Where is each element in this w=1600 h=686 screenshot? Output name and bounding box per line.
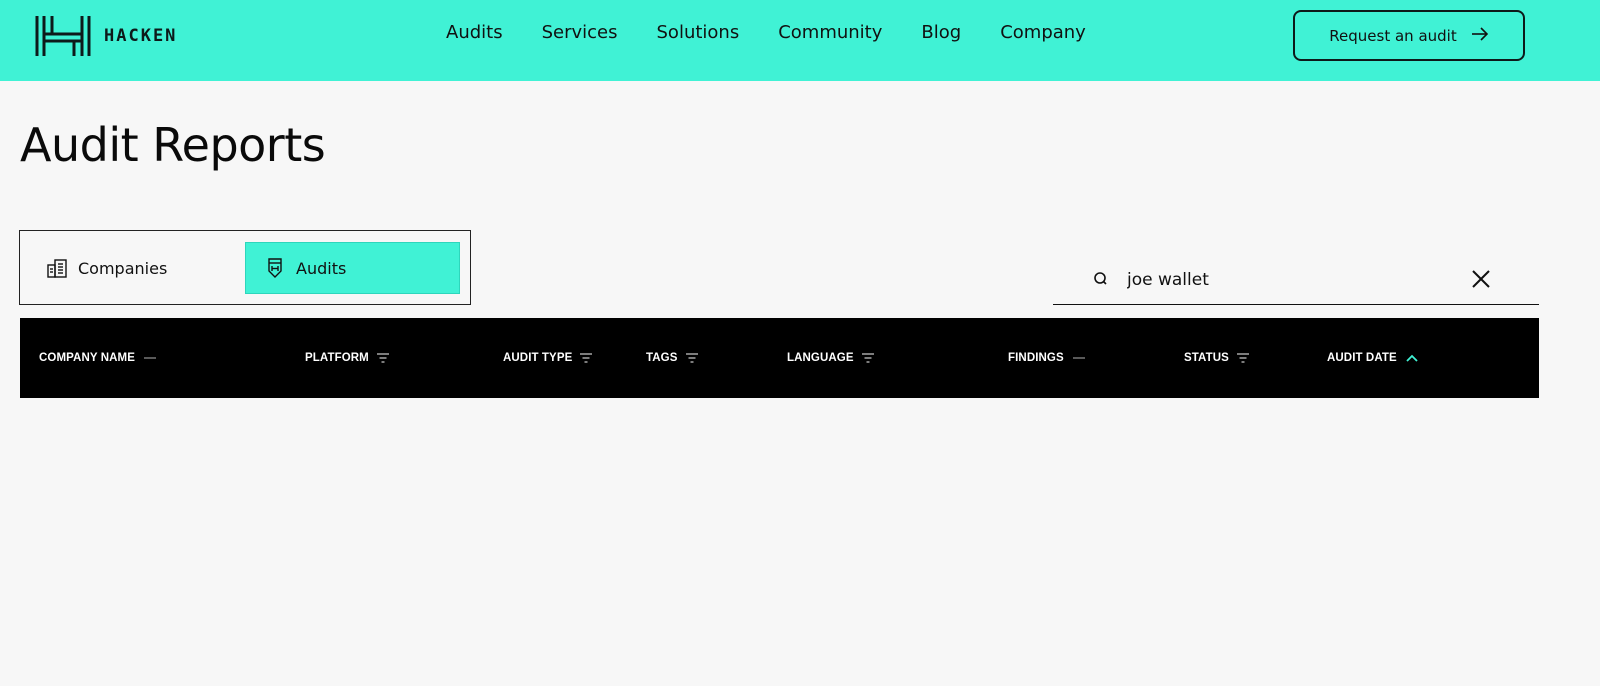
filter-icon[interactable] [1236, 352, 1249, 364]
view-tabs: Companies Audits [19, 230, 471, 305]
nav-community[interactable]: Community [778, 20, 882, 46]
column-header-language[interactable]: LANGUAGE [787, 318, 874, 398]
tab-audits-label: Audits [296, 258, 347, 278]
logo-wordmark: HACKEN [104, 26, 178, 46]
column-label: AUDIT DATE [1327, 352, 1397, 364]
shield-icon [264, 257, 286, 279]
filter-icon[interactable] [861, 352, 874, 364]
column-label: LANGUAGE [787, 352, 854, 364]
column-label: AUDIT TYPE [503, 352, 573, 364]
column-header-status[interactable]: STATUS [1184, 318, 1249, 398]
column-label: PLATFORM [305, 352, 369, 364]
page-title: Audit Reports [20, 118, 326, 172]
tab-companies-label: Companies [78, 258, 168, 278]
top-navigation-bar: HACKEN Audits Services Solutions Communi… [0, 0, 1600, 81]
request-audit-button[interactable]: Request an audit [1293, 10, 1525, 61]
column-header-platform[interactable]: PLATFORM [305, 318, 389, 398]
request-audit-label: Request an audit [1329, 26, 1457, 45]
search-bar [1053, 258, 1539, 305]
search-input[interactable] [1127, 264, 1467, 296]
column-label: STATUS [1184, 352, 1229, 364]
column-label: FINDINGS [1008, 352, 1064, 364]
column-header-audit-date[interactable]: AUDIT DATE [1327, 318, 1419, 398]
main-nav: Audits Services Solutions Community Blog… [446, 20, 1125, 46]
filter-icon[interactable] [685, 352, 698, 364]
column-header-company-name[interactable]: COMPANY NAME [39, 318, 157, 398]
column-label: TAGS [646, 352, 678, 364]
building-icon [46, 257, 68, 279]
column-header-tags[interactable]: TAGS [646, 318, 698, 398]
nav-blog[interactable]: Blog [921, 20, 961, 46]
nav-company[interactable]: Company [1000, 20, 1086, 46]
nav-solutions[interactable]: Solutions [657, 20, 740, 46]
filter-icon[interactable] [376, 352, 389, 364]
dash-icon [143, 356, 157, 360]
column-header-findings[interactable]: FINDINGS [1008, 318, 1086, 398]
hacken-logo[interactable]: HACKEN [34, 14, 177, 58]
column-header-audit-type[interactable]: AUDIT TYPE [503, 318, 593, 398]
hacken-logo-mark-icon [35, 16, 91, 56]
nav-audits[interactable]: Audits [446, 20, 503, 46]
clear-search-icon[interactable] [1471, 269, 1491, 294]
nav-services[interactable]: Services [542, 20, 618, 46]
search-icon [1093, 271, 1109, 292]
arrow-right-icon [1471, 25, 1489, 46]
tab-companies[interactable]: Companies [30, 242, 245, 294]
audits-table-header: COMPANY NAME PLATFORM AUDIT TYPE TAGS LA… [20, 318, 1539, 398]
tab-audits[interactable]: Audits [245, 242, 460, 294]
dash-icon [1072, 356, 1086, 360]
filter-icon[interactable] [580, 352, 593, 364]
column-label: COMPANY NAME [39, 352, 135, 364]
chevron-up-icon[interactable] [1405, 353, 1419, 363]
